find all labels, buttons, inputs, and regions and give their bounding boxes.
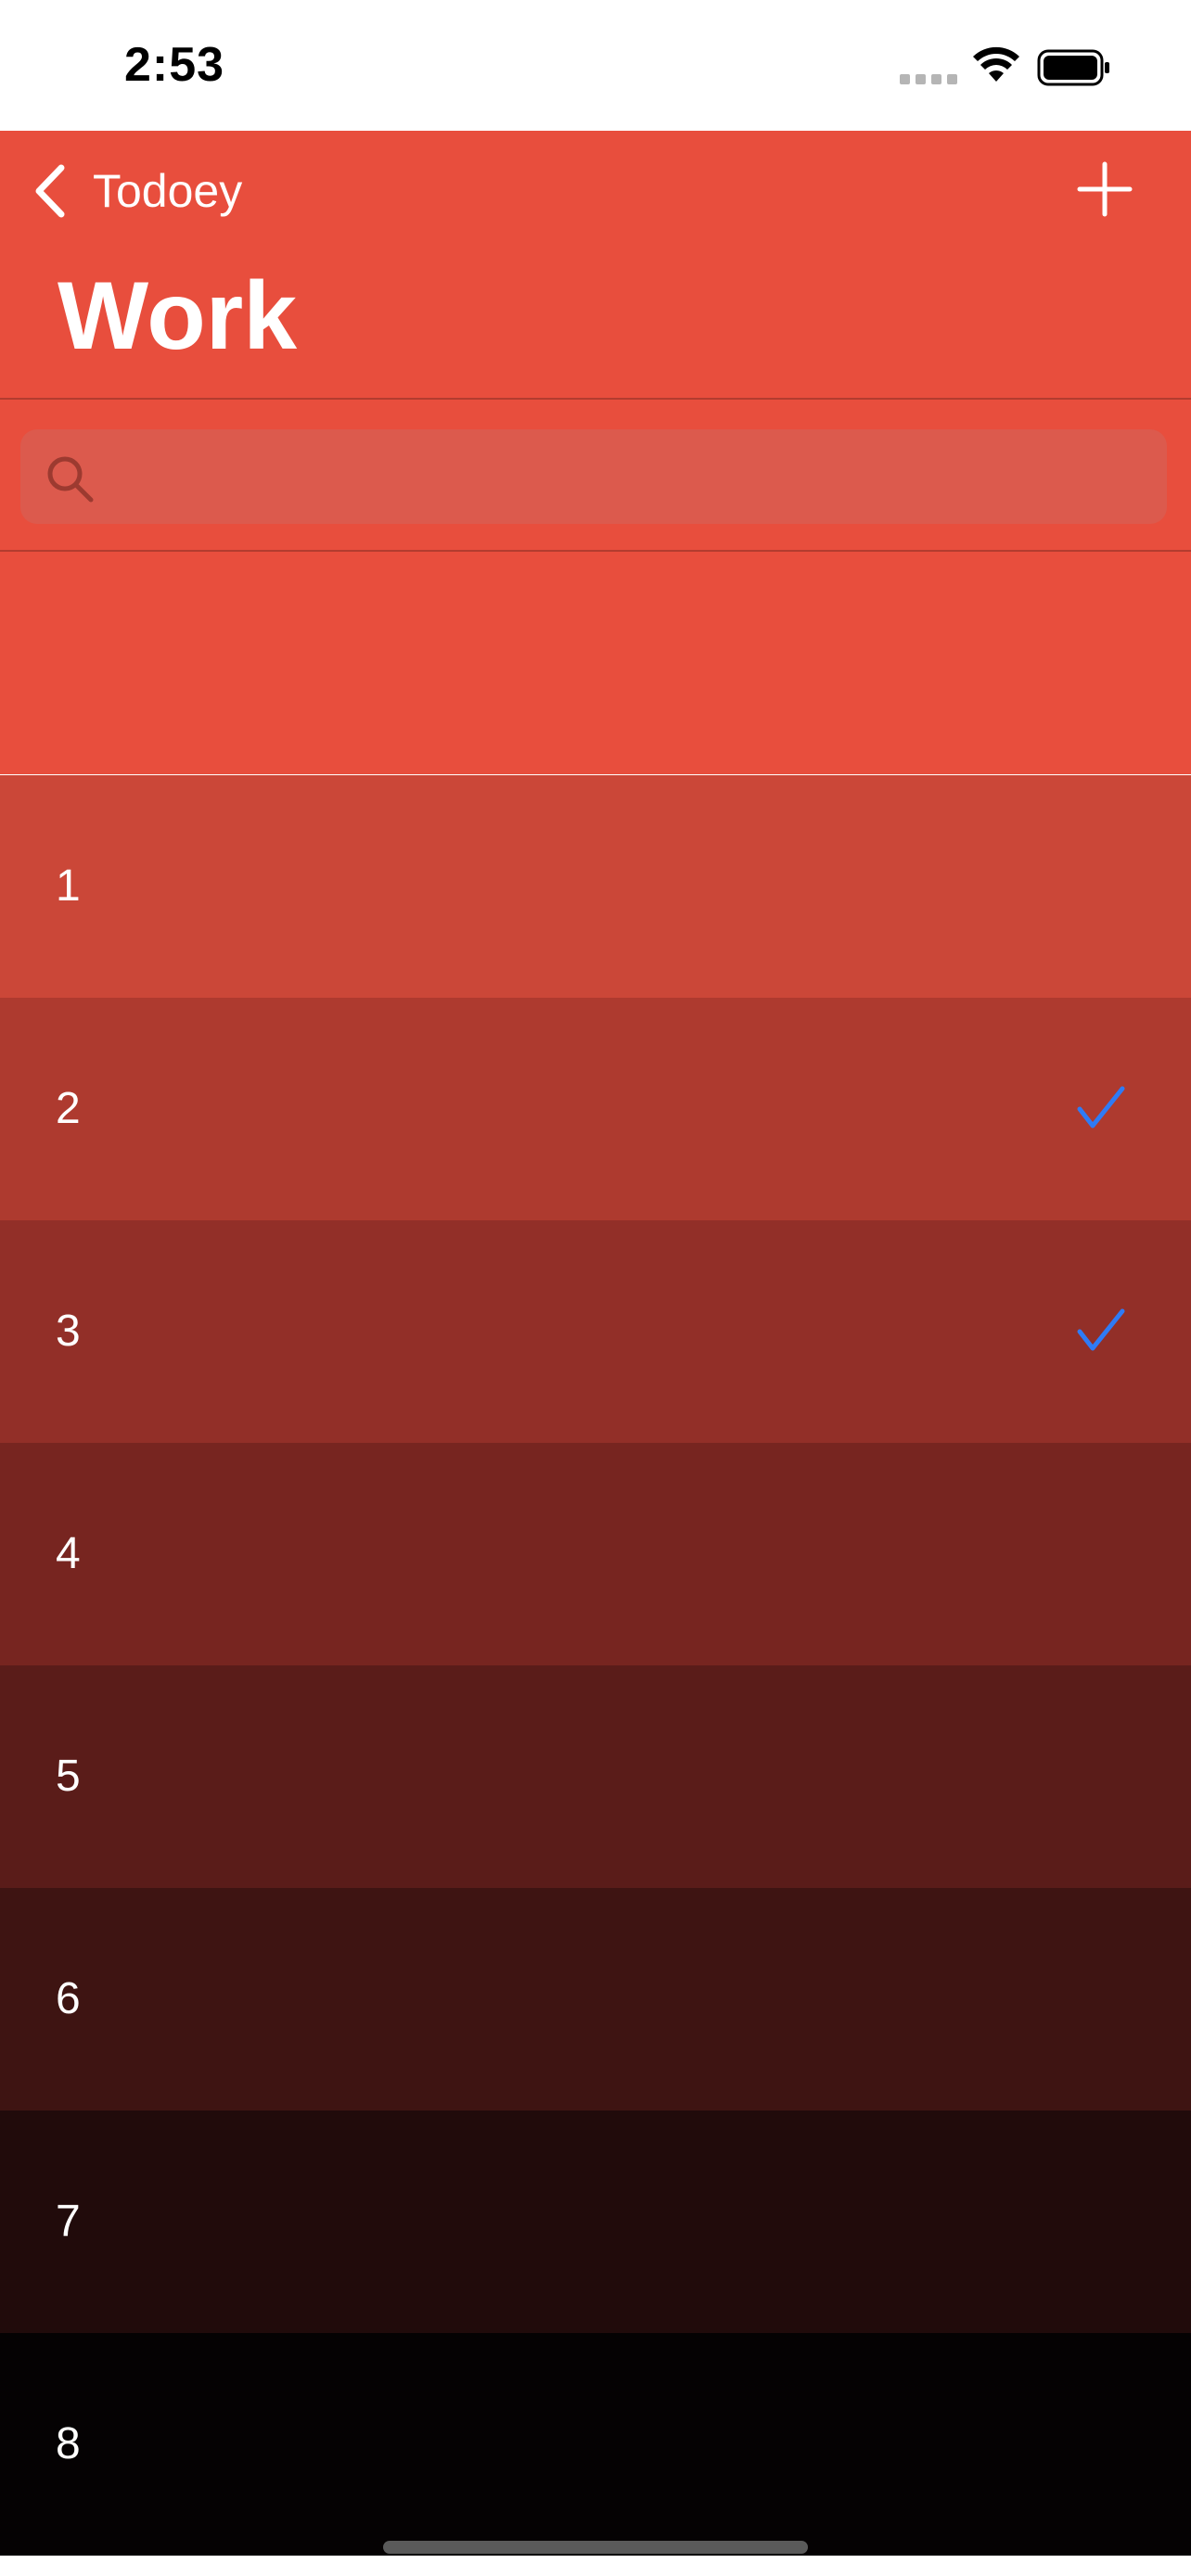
todo-row[interactable]: 2	[0, 998, 1191, 1220]
todo-row[interactable]: 6	[0, 1888, 1191, 2111]
todo-row[interactable]: 7	[0, 2111, 1191, 2333]
search-input[interactable]	[113, 429, 1146, 526]
home-indicator	[383, 2541, 808, 2554]
search-icon	[47, 456, 94, 503]
status-time: 2:53	[124, 38, 225, 92]
todo-list: 1 2 3 4 5 6 7 8	[0, 775, 1191, 2556]
page-title: Work	[58, 262, 298, 370]
cellular-signal-icon	[900, 71, 959, 84]
todo-title: 1	[56, 861, 81, 911]
checkmark-icon	[1077, 1086, 1125, 1129]
search-bar	[0, 398, 1191, 552]
chevron-left-icon	[35, 164, 65, 218]
back-button[interactable]: Todoey	[32, 159, 242, 223]
plus-icon[interactable]	[1076, 160, 1133, 218]
todo-row[interactable]: 8	[0, 2333, 1191, 2556]
todo-row[interactable]: 1	[0, 775, 1191, 998]
todo-title: 8	[56, 2419, 81, 2468]
todo-title: 4	[56, 1529, 81, 1578]
todo-title: 3	[56, 1307, 81, 1356]
todo-title: 2	[56, 1084, 81, 1133]
todo-title: 5	[56, 1752, 81, 1801]
checkmark-icon	[1077, 1308, 1125, 1351]
search-field[interactable]	[20, 429, 1167, 526]
empty-row	[0, 552, 1191, 774]
todo-title: 7	[56, 2197, 81, 2246]
back-button-label: Todoey	[93, 165, 243, 217]
todo-title: 6	[56, 1974, 81, 2023]
todo-row[interactable]: 5	[0, 1665, 1191, 1888]
status-bar: 2:53	[0, 0, 1191, 131]
wifi-icon	[973, 46, 1019, 82]
battery-icon	[1037, 49, 1109, 86]
todo-row[interactable]: 3	[0, 1220, 1191, 1443]
todo-row[interactable]: 4	[0, 1443, 1191, 1665]
navigation-bar: Todoey Work	[0, 131, 1191, 398]
